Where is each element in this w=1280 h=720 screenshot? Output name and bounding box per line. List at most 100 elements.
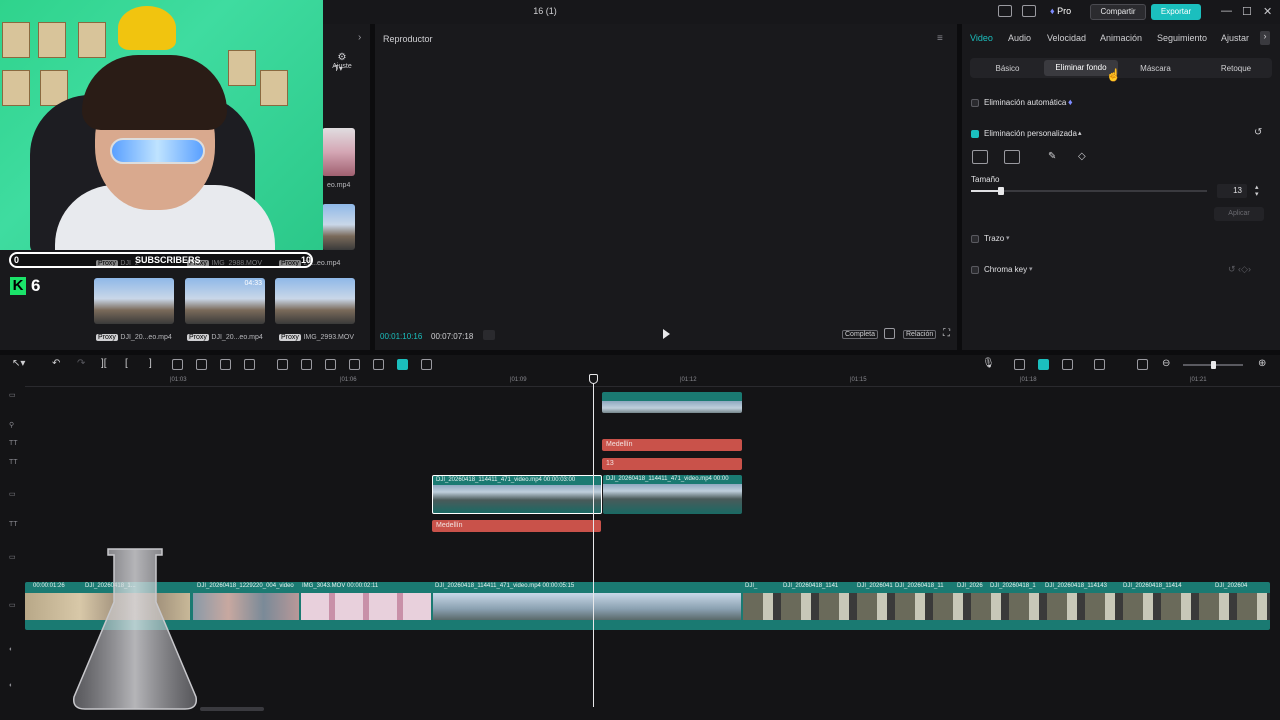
fullscreen-icon[interactable]: ⛶: [943, 328, 950, 339]
video-clip[interactable]: [602, 392, 742, 413]
custom-removal-checkbox[interactable]: [971, 130, 979, 138]
brush-icon[interactable]: [972, 150, 988, 164]
diamond-icon: ♦: [1050, 6, 1055, 16]
eraser-icon[interactable]: [1004, 150, 1020, 164]
media-thumbnail[interactable]: [322, 204, 355, 250]
zoom-out-icon[interactable]: ⊖: [1162, 358, 1170, 369]
media-thumbnail[interactable]: [94, 278, 174, 324]
chevron-up-icon[interactable]: ▴: [1078, 129, 1082, 137]
waveform-icon[interactable]: [483, 330, 495, 340]
media-thumbnail[interactable]: 04:33: [185, 278, 265, 324]
chevron-down-icon[interactable]: ▾: [1029, 265, 1033, 273]
tab-speed[interactable]: Velocidad: [1047, 33, 1086, 43]
size-slider[interactable]: [971, 187, 1207, 195]
size-input[interactable]: 13: [1217, 184, 1247, 198]
subtab-bar: Básico Eliminar fondo Máscara Retoque: [970, 58, 1272, 78]
auto-removal-label: Eliminación automática: [984, 98, 1067, 107]
keyframe-icon[interactable]: ↺ ‹◇›: [1228, 264, 1251, 275]
minimize-icon[interactable]: —: [1221, 5, 1232, 17]
zoom-slider[interactable]: [1183, 361, 1243, 369]
undo-icon[interactable]: ↶: [52, 358, 60, 369]
timeline-toolbar: ↖▾ ↶ ↷ ][ [ ] 🎙 ⊖ ⊕: [0, 355, 1280, 375]
freeze-icon[interactable]: [277, 359, 288, 370]
track-video-icon: ▭: [9, 392, 16, 399]
select-tool-icon[interactable]: ↖▾: [12, 358, 25, 369]
media-thumbnail[interactable]: [322, 128, 355, 176]
mirror-icon[interactable]: [301, 359, 312, 370]
media-thumbnail[interactable]: [275, 278, 355, 324]
text-clip[interactable]: Medellín: [602, 439, 742, 451]
chain-icon[interactable]: [1062, 359, 1073, 370]
redo-icon[interactable]: ↷: [77, 358, 85, 369]
apply-button[interactable]: Aplicar: [1214, 207, 1264, 221]
microphone-icon[interactable]: 🎙: [982, 358, 995, 369]
caption-icon[interactable]: [373, 359, 384, 370]
project-title: 16 (1): [533, 6, 557, 16]
tab-adjust[interactable]: Ajustar: [1221, 33, 1249, 43]
media-item[interactable]: Proxy DJI_20...eo.mp4: [187, 331, 263, 341]
reset-icon[interactable]: ↺: [1254, 127, 1262, 138]
media-item[interactable]: Proxy DJI_20...eo.mp4: [96, 331, 172, 341]
close-icon[interactable]: ✕: [1263, 5, 1272, 18]
subtitle-icon[interactable]: [1137, 359, 1148, 370]
zoom-in-icon[interactable]: ⊕: [1258, 358, 1266, 369]
subtab-mask[interactable]: Máscara: [1128, 64, 1183, 73]
ai-icon[interactable]: [421, 359, 432, 370]
tab-animation[interactable]: Animación: [1100, 33, 1142, 43]
pen-icon[interactable]: ✎: [1048, 151, 1056, 162]
menu-icon[interactable]: ≡: [937, 33, 943, 44]
video-clip[interactable]: DJI_20260418_114411_471_video.mp4 00:00: [603, 475, 742, 514]
trim-left-icon[interactable]: [: [125, 358, 128, 369]
subtab-basic[interactable]: Básico: [980, 64, 1035, 73]
export-button[interactable]: Exportar: [1151, 4, 1201, 20]
subscriber-goal-bar: 0 SUBSCRIBERS 10: [9, 252, 313, 268]
camera-icon[interactable]: [884, 328, 895, 339]
current-time: 00:01:10:16: [380, 332, 423, 341]
chroma-checkbox[interactable]: [971, 266, 979, 274]
person-icon[interactable]: [325, 359, 336, 370]
preview-icon[interactable]: [1094, 359, 1105, 370]
panel-collapse-icon[interactable]: ›: [358, 32, 361, 43]
wave-icon[interactable]: [244, 359, 255, 370]
stroke-checkbox[interactable]: [971, 235, 979, 243]
tab-audio[interactable]: Audio: [1008, 33, 1031, 43]
text-clip[interactable]: Medellín: [432, 520, 601, 532]
remove-bg-icon[interactable]: [397, 359, 408, 370]
media-item[interactable]: Proxy IMG_2993.MOV: [279, 331, 354, 341]
share-button[interactable]: Compartir: [1090, 4, 1146, 20]
layout-icon[interactable]: [998, 5, 1012, 17]
pro-badge[interactable]: ♦ Pro: [1050, 6, 1071, 16]
subtab-retouch[interactable]: Retoque: [1206, 64, 1266, 73]
full-quality-button[interactable]: Completa: [842, 330, 878, 339]
tabs-next-icon[interactable]: ›: [1260, 31, 1270, 45]
video-clip-selected[interactable]: DJI_20260418_114411_471_video.mp4 00:00:…: [432, 475, 602, 514]
crop-icon[interactable]: [220, 359, 231, 370]
time-ruler[interactable]: |01:03 |01:06 |01:09 |01:12 |01:15 |01:1…: [25, 375, 1280, 387]
play-icon[interactable]: [663, 329, 670, 339]
tab-video[interactable]: Video: [970, 33, 993, 43]
rubber-icon[interactable]: ◇: [1078, 151, 1086, 162]
auto-removal-checkbox[interactable]: [971, 99, 979, 107]
delete-icon[interactable]: [172, 359, 183, 370]
main-track[interactable]: 00:00:01:26 DJI_20260418_1... DJI_202604…: [25, 582, 1270, 630]
magnet-icon[interactable]: [1038, 359, 1049, 370]
text-style-icon[interactable]: T▾: [334, 64, 343, 73]
player-title: Reproductor: [383, 34, 433, 44]
horizontal-scrollbar[interactable]: [200, 707, 264, 711]
playhead-handle[interactable]: [589, 374, 598, 384]
shield-icon[interactable]: [196, 359, 207, 370]
chevron-down-icon[interactable]: ▾: [1006, 234, 1010, 242]
link-icon[interactable]: [1014, 359, 1025, 370]
text-clip[interactable]: 13: [602, 458, 742, 470]
maximize-icon[interactable]: ☐: [1242, 5, 1252, 18]
magic-icon[interactable]: [349, 359, 360, 370]
ratio-button[interactable]: Relación: [903, 330, 937, 339]
tab-tracking[interactable]: Seguimiento: [1157, 33, 1207, 43]
track-text-icon: TT: [9, 440, 18, 447]
size-label: Tamaño: [971, 175, 1000, 184]
stepper-icon[interactable]: ▴ ▾: [1255, 184, 1259, 198]
shortcut-icon[interactable]: [1022, 5, 1036, 17]
playhead[interactable]: [593, 377, 594, 707]
split-icon[interactable]: ][: [101, 358, 107, 369]
trim-right-icon[interactable]: ]: [149, 358, 152, 369]
